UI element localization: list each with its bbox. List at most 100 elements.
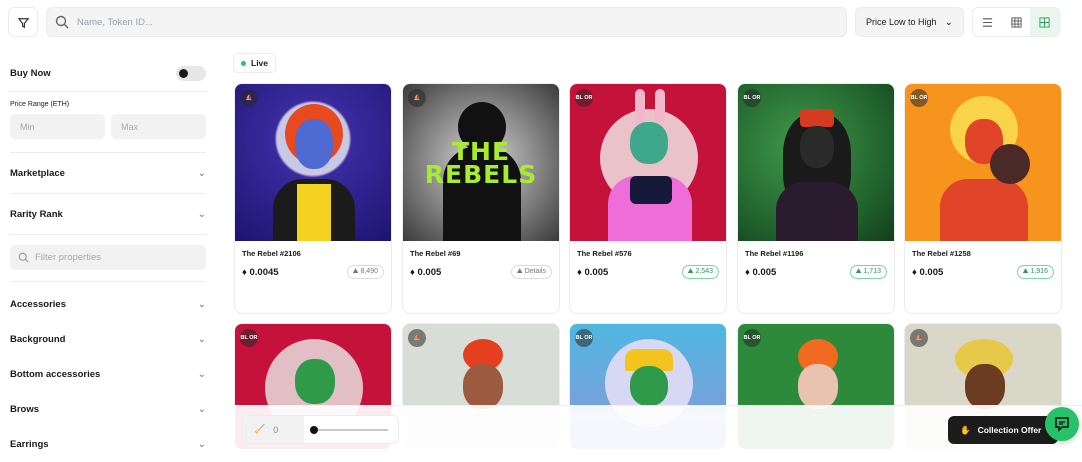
eth-icon: ♦ [242, 266, 247, 278]
hand-icon: ✋ [960, 424, 971, 435]
nft-image: BL OR [570, 84, 726, 241]
rebels-art-text: THE REBELS [424, 137, 538, 189]
nft-image: THE REBELS ⛵ [403, 84, 559, 241]
collection-badge-icon: BL OR [743, 329, 761, 347]
property-label: Background [10, 334, 66, 345]
property-label: Bottom accessories [10, 369, 101, 380]
nft-name: The Rebel #576 [577, 249, 632, 258]
property-bottom-accessories[interactable]: Bottom accessories ⌄ [10, 357, 206, 392]
sweep-control: 🧹 0 [242, 415, 399, 444]
search-icon [55, 15, 69, 29]
chevron-down-icon: ⌄ [197, 299, 206, 310]
chat-icon [1055, 417, 1069, 432]
property-brows[interactable]: Brows ⌄ [10, 392, 206, 427]
rarity-value: 8,490 [360, 268, 378, 275]
property-label: Earrings [10, 439, 49, 450]
badge-text: BL OR [743, 335, 761, 341]
large-grid-view-button[interactable] [1030, 8, 1059, 36]
nft-price-value: 0.005 [417, 266, 442, 278]
rarity-value: 1,916 [1030, 268, 1048, 275]
live-indicator[interactable]: Live [233, 53, 277, 73]
nft-image: BL OR [905, 84, 1061, 241]
filter-icon [17, 17, 29, 28]
price-min-input[interactable]: Min [10, 114, 105, 139]
chevron-down-icon: ⌄ [944, 16, 953, 28]
nft-name: The Rebel #1258 [912, 249, 971, 258]
nft-price: ♦ 0.0045 [242, 267, 279, 278]
rarity-icon: ⛰ [352, 268, 359, 275]
details-chip[interactable]: ⛰ Details [510, 265, 552, 279]
badge-text: BL OR [240, 335, 258, 341]
chevron-down-icon: ⌄ [197, 167, 206, 179]
marketplace-badge-icon: ⛵ [408, 89, 426, 107]
rarity-value: 2,543 [695, 268, 713, 275]
nft-card[interactable]: BL OR The Rebel #576 ♦ 0.005 ⛰ 2,543 [569, 83, 727, 314]
buy-now-label: Buy Now [10, 67, 51, 79]
property-accessories[interactable]: Accessories ⌄ [10, 287, 206, 322]
chevron-down-icon: ⌄ [197, 369, 206, 380]
search-placeholder: Name, Token ID... [77, 16, 153, 28]
marketplace-section[interactable]: Marketplace ⌄ [10, 153, 206, 193]
list-view-button[interactable] [973, 8, 1002, 36]
marketplace-badge-icon: ⛵ [910, 329, 928, 347]
badge-text: BL OR [575, 335, 593, 341]
badge-text: BL OR [910, 95, 928, 101]
nft-price: ♦ 0.005 [577, 267, 608, 278]
price-max-input[interactable]: Max [111, 114, 206, 139]
sort-dropdown[interactable]: Price Low to High ⌄ [855, 7, 964, 37]
rarity-icon: ⛰ [1022, 268, 1029, 275]
eth-icon: ♦ [410, 266, 415, 278]
nft-price: ♦ 0.005 [745, 267, 776, 278]
search-icon [18, 252, 29, 263]
marketplace-badge-icon: ⛵ [240, 89, 258, 107]
badge-text: BL OR [575, 95, 593, 101]
eth-icon: ♦ [745, 266, 750, 278]
live-label: Live [251, 58, 269, 68]
sweep-icon: 🧹 [254, 424, 266, 434]
property-earrings[interactable]: Earrings ⌄ [10, 427, 206, 462]
list-icon [982, 17, 992, 27]
eth-icon: ♦ [912, 266, 917, 278]
grid-view-button[interactable] [1002, 8, 1031, 36]
slider-handle[interactable] [310, 426, 318, 434]
rarity-chip: ⛰ 1,916 [1016, 265, 1054, 279]
nft-price-value: 0.005 [919, 266, 944, 278]
chat-support-button[interactable] [1045, 407, 1079, 441]
nft-card[interactable]: BL OR The Rebel #1258 ♦ 0.005 ⛰ 1,916 [904, 83, 1062, 314]
large-grid-icon [1039, 16, 1050, 28]
grid-icon [1010, 16, 1022, 28]
collection-badge-icon: BL OR [575, 89, 593, 107]
live-dot-icon [241, 60, 246, 66]
sweep-slider[interactable] [304, 416, 398, 443]
property-background[interactable]: Background ⌄ [10, 322, 206, 357]
sweep-count[interactable]: 🧹 0 [243, 416, 304, 443]
nft-name: The Rebel #2106 [242, 249, 301, 258]
nft-card[interactable]: THE REBELS ⛵ The Rebel #69 ♦ 0.005 ⛰ Deta… [402, 83, 560, 314]
chevron-down-icon: ⌄ [197, 439, 206, 450]
filter-properties-placeholder: Filter properties [35, 252, 101, 263]
details-label: Details [524, 268, 546, 275]
nft-price-value: 0.005 [584, 266, 609, 278]
buy-now-toggle[interactable] [176, 65, 206, 81]
nft-price-value: 0.005 [752, 266, 777, 278]
search-input[interactable]: Name, Token ID... [46, 7, 847, 37]
badge-text: BL OR [743, 95, 761, 101]
nft-price: ♦ 0.005 [912, 267, 943, 278]
nft-card[interactable]: BL OR The Rebel #1196 ♦ 0.005 ⛰ 1,713 [737, 83, 895, 314]
nft-image: ⛵ [235, 84, 391, 241]
collection-badge-icon: BL OR [240, 329, 258, 347]
collection-offer-button[interactable]: ✋ Collection Offer [948, 416, 1058, 444]
view-mode-switcher [972, 7, 1060, 37]
price-range-label: Price Range (ETH) [10, 101, 70, 108]
filter-properties-input[interactable]: Filter properties [10, 245, 206, 270]
nft-image: BL OR [738, 84, 894, 241]
nft-card[interactable]: ⛵ The Rebel #2106 ♦ 0.0045 ⛰ 8,490 [234, 83, 392, 314]
rarity-rank-section[interactable]: Rarity Rank ⌄ [10, 194, 206, 234]
rarity-value: 1,713 [863, 268, 881, 275]
chevron-down-icon: ⌄ [197, 334, 206, 345]
filter-toggle-button[interactable] [8, 7, 38, 37]
rarity-icon: ⛰ [855, 268, 862, 275]
collection-badge-icon: BL OR [910, 89, 928, 107]
chevron-down-icon: ⌄ [197, 404, 206, 415]
nft-name: The Rebel #1196 [745, 249, 804, 258]
